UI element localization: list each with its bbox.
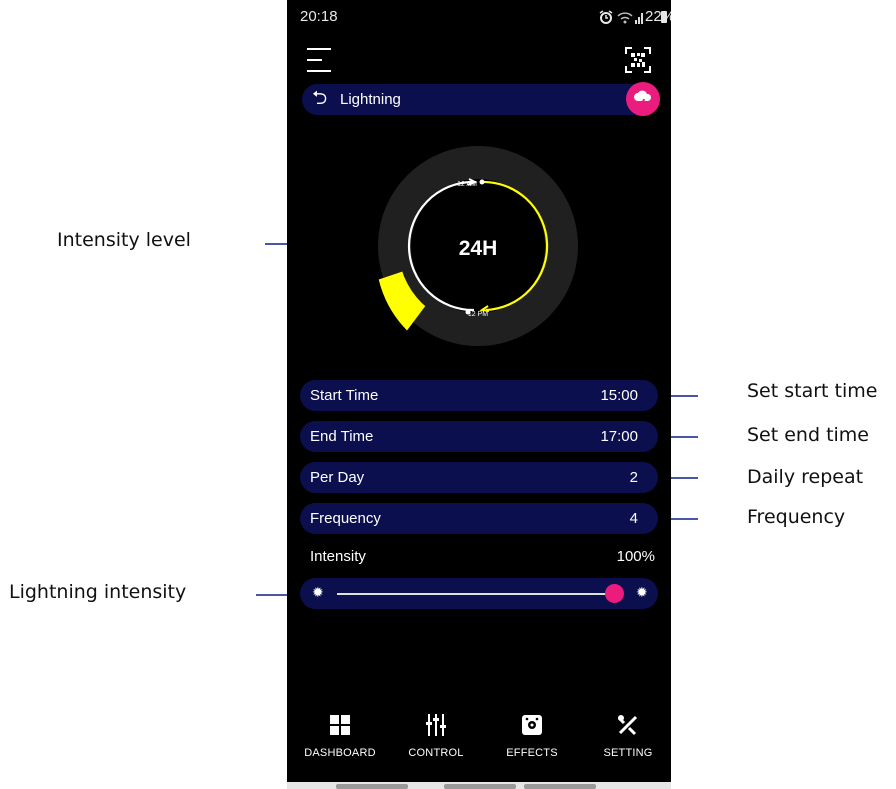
row-value: 15:00 bbox=[600, 387, 638, 404]
nav-label: EFFECTS bbox=[506, 747, 558, 759]
row-start-time[interactable]: Start Time 15:00 bbox=[300, 380, 658, 411]
home-button[interactable] bbox=[444, 784, 516, 789]
sliders-icon bbox=[388, 712, 484, 738]
row-frequency[interactable]: Frequency 4 bbox=[300, 503, 658, 534]
phone-screen: 20:18 22% ⮌ Lightning bbox=[287, 0, 671, 789]
row-value: 17:00 bbox=[600, 428, 638, 445]
back-button[interactable] bbox=[524, 784, 596, 789]
callout-frequency: Frequency bbox=[747, 506, 846, 528]
battery-icon bbox=[661, 11, 667, 23]
callout-lightning-intensity: Lightning intensity bbox=[9, 581, 187, 603]
recent-apps-button[interactable] bbox=[336, 784, 408, 789]
back-arrow-icon[interactable]: ⮌ bbox=[312, 89, 327, 109]
nav-dashboard[interactable]: DASHBOARD bbox=[292, 712, 388, 759]
status-time: 20:18 bbox=[300, 8, 338, 25]
nav-label: DASHBOARD bbox=[304, 747, 376, 759]
callout-set-end-time: Set end time bbox=[747, 424, 869, 446]
callout-set-start-time: Set start time bbox=[747, 380, 878, 402]
intensity-value: 100% bbox=[616, 548, 655, 565]
dial-top-label: 12 AM bbox=[457, 181, 477, 188]
slider-track[interactable] bbox=[337, 593, 620, 595]
callout-daily-repeat: Daily repeat bbox=[747, 466, 864, 488]
sun-low-icon: ✹ bbox=[312, 584, 324, 600]
wifi-signal-icon bbox=[617, 10, 645, 29]
row-value: 4 bbox=[629, 510, 638, 527]
row-label: Per Day bbox=[310, 469, 365, 486]
qr-code-icon[interactable] bbox=[625, 47, 651, 78]
row-label: End Time bbox=[310, 428, 374, 445]
row-end-time[interactable]: End Time 17:00 bbox=[300, 421, 658, 452]
callout-intensity-level: Intensity level bbox=[57, 229, 191, 251]
row-per-day[interactable]: Per Day 2 bbox=[300, 462, 658, 493]
nav-setting[interactable]: SETTING bbox=[580, 712, 671, 759]
nav-label: SETTING bbox=[603, 747, 653, 759]
page-title: Lightning bbox=[340, 91, 401, 108]
tools-icon bbox=[580, 712, 671, 738]
time-dial[interactable]: 12 AM 12 PM 24H bbox=[376, 134, 580, 363]
alarm-icon bbox=[598, 9, 614, 30]
weather-cloud-button[interactable] bbox=[626, 82, 660, 116]
nav-label: CONTROL bbox=[408, 747, 464, 759]
dial-bottom-label: 12 PM bbox=[468, 311, 488, 318]
intensity-slider[interactable]: ✹ ✹ bbox=[300, 578, 658, 609]
row-value: 2 bbox=[629, 469, 638, 486]
title-bar: ⮌ Lightning bbox=[302, 82, 660, 116]
dial-center-label: 24H bbox=[459, 237, 498, 260]
cloud-lightning-icon bbox=[634, 90, 652, 108]
intensity-label: Intensity bbox=[310, 548, 366, 565]
battery-percent: 22% bbox=[645, 8, 671, 25]
row-label: Start Time bbox=[310, 387, 379, 404]
nav-effects[interactable]: EFFECTS bbox=[484, 712, 580, 759]
slider-thumb[interactable] bbox=[605, 584, 625, 603]
nav-control[interactable]: CONTROL bbox=[388, 712, 484, 759]
effects-icon bbox=[484, 712, 580, 738]
sun-high-icon: ✹ bbox=[636, 584, 648, 600]
dashboard-icon bbox=[292, 712, 388, 738]
menu-icon[interactable] bbox=[307, 47, 331, 78]
row-label: Frequency bbox=[310, 510, 381, 527]
